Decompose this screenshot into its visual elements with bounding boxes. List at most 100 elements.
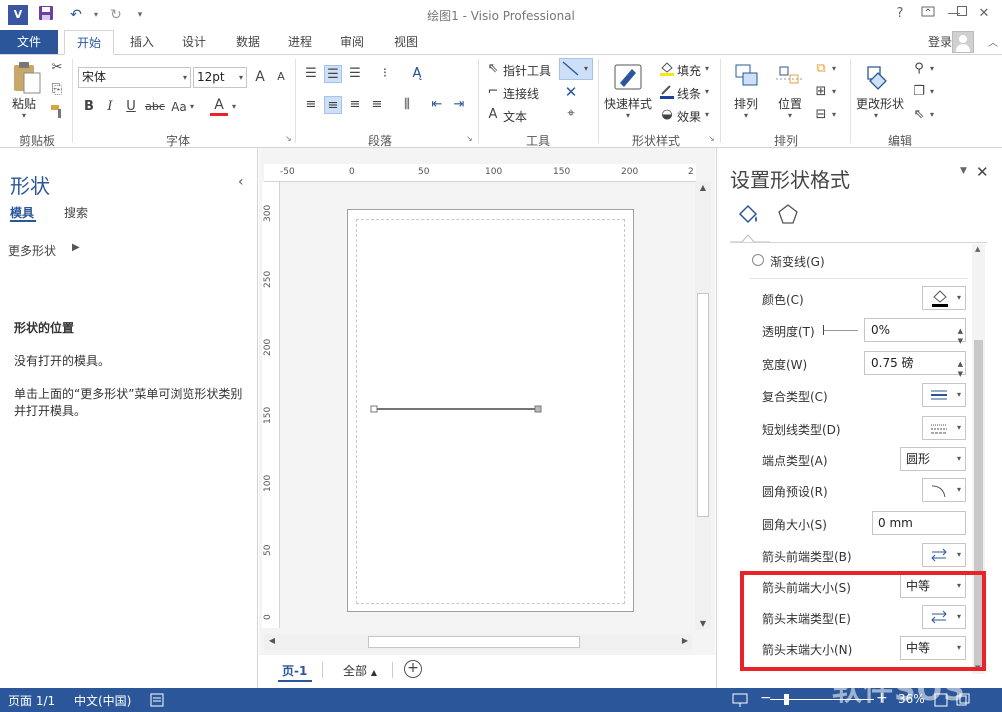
text-tool-icon[interactable]: A xyxy=(484,106,502,124)
underline-button[interactable]: U xyxy=(122,98,140,116)
tab-design[interactable]: 设计 xyxy=(174,30,214,54)
round-preset-picker[interactable]: ▾ xyxy=(922,478,966,502)
width-spinner[interactable]: 0.75 磅 ▲ ▼ xyxy=(864,351,966,378)
page-tab-1[interactable]: 页-1 xyxy=(282,662,307,679)
pointer-tool-label[interactable]: 指针工具 xyxy=(503,62,551,79)
connector-icon[interactable]: ⌐ xyxy=(484,83,502,101)
align-shapes-icon[interactable]: ⊞ xyxy=(812,83,830,101)
align-bottom-icon[interactable]: ☰ xyxy=(346,65,364,83)
strikethrough-button[interactable]: abc xyxy=(144,98,166,116)
connection-point-icon[interactable]: ⌖ xyxy=(562,105,580,123)
add-page-button[interactable]: + xyxy=(404,660,422,678)
connector-label[interactable]: 连接线 xyxy=(503,85,539,102)
transparency-spinner[interactable]: 0% ▲ ▼ xyxy=(864,318,966,345)
change-case-dropdown-icon[interactable]: ▾ xyxy=(190,102,194,111)
position-icon[interactable] xyxy=(774,61,804,93)
bold-button[interactable]: B xyxy=(80,98,98,116)
select-icon[interactable]: ⇖ xyxy=(910,106,928,124)
find-dropdown-icon[interactable]: ▾ xyxy=(930,64,934,73)
quick-styles-icon[interactable] xyxy=(612,61,646,93)
zoom-out-button[interactable]: − xyxy=(760,690,772,706)
text-direction-icon[interactable]: Ą xyxy=(408,65,426,83)
dash-type-picker[interactable]: ▾ xyxy=(922,416,966,440)
avatar[interactable] xyxy=(952,31,974,53)
increase-indent-icon[interactable]: ⇥ xyxy=(450,96,468,114)
fill-label[interactable]: 填充 xyxy=(677,62,701,79)
paste-button-label[interactable]: 粘贴 xyxy=(12,95,36,112)
italic-button[interactable]: I xyxy=(101,98,119,116)
change-case-button[interactable]: Aa xyxy=(168,98,190,116)
scroll-down-icon[interactable]: ▼ xyxy=(697,619,709,628)
justify-icon[interactable]: ≡ xyxy=(368,96,386,114)
paragraph-dialog-launcher-icon[interactable]: ↘ xyxy=(466,134,473,143)
collapse-panel-icon[interactable]: ‹ xyxy=(238,174,244,190)
distribute-icon[interactable]: ⊟ xyxy=(812,106,830,124)
cap-type-select[interactable]: 圆形 ▾ xyxy=(900,447,966,471)
language-status[interactable]: 中文(中国) xyxy=(74,692,131,709)
chevron-right-icon[interactable]: ▶ xyxy=(72,242,80,253)
tab-data[interactable]: 数据 xyxy=(228,30,268,54)
find-icon[interactable]: ⚲ xyxy=(910,60,928,78)
shrink-font-button[interactable]: A xyxy=(272,68,290,86)
align-center-icon[interactable]: ≡ xyxy=(324,96,342,114)
close-x-icon[interactable]: ✕ xyxy=(562,83,580,101)
fill-dropdown-icon[interactable]: ▾ xyxy=(705,64,709,73)
line-dropdown-icon[interactable]: ▾ xyxy=(705,87,709,96)
close-panel-icon[interactable]: ✕ xyxy=(976,163,989,181)
group-icon[interactable]: ⧉ xyxy=(812,60,830,78)
arrange-dropdown-icon[interactable]: ▾ xyxy=(744,111,748,120)
panel-options-icon[interactable]: ▼ xyxy=(960,166,967,176)
arrange-label[interactable]: 排列 xyxy=(734,95,758,112)
quick-styles-dropdown-icon[interactable]: ▾ xyxy=(626,111,630,120)
sign-in-link[interactable]: 登录 xyxy=(928,30,952,54)
zoom-slider-thumb[interactable] xyxy=(784,694,789,705)
font-dialog-launcher-icon[interactable]: ↘ xyxy=(285,134,292,143)
change-shape-icon[interactable] xyxy=(862,61,894,93)
tab-view[interactable]: 视图 xyxy=(386,30,426,54)
tab-insert[interactable]: 插入 xyxy=(122,30,162,54)
tab-process[interactable]: 进程 xyxy=(280,30,320,54)
change-shape-dropdown-icon[interactable]: ▾ xyxy=(874,111,878,120)
group-dropdown-icon[interactable]: ▾ xyxy=(832,64,836,73)
scroll-up-icon[interactable]: ▲ xyxy=(975,245,980,253)
tab-stencils[interactable]: 模具 xyxy=(10,204,34,221)
line-begin-handle[interactable] xyxy=(370,405,378,413)
macro-record-icon[interactable] xyxy=(150,693,164,710)
text-tool-label[interactable]: 文本 xyxy=(503,108,527,125)
bullets-icon[interactable]: ⁝ xyxy=(376,65,394,83)
line-color-picker[interactable]: ▾ xyxy=(922,286,966,310)
vertical-text-icon[interactable]: ⫼ xyxy=(398,96,416,114)
align-top-icon[interactable]: ☰ xyxy=(302,65,320,83)
position-label[interactable]: 位置 xyxy=(778,95,802,112)
font-color-dropdown-icon[interactable]: ▾ xyxy=(232,102,236,111)
tab-home[interactable]: 开始 xyxy=(64,30,114,55)
gradient-line-radio[interactable] xyxy=(752,254,764,266)
font-color-button[interactable]: A xyxy=(210,96,228,116)
presentation-mode-icon[interactable] xyxy=(732,692,748,711)
font-name-combo[interactable]: 宋体 ▾ xyxy=(78,67,191,88)
line-color-icon[interactable] xyxy=(658,83,676,101)
compound-type-picker[interactable]: ▾ xyxy=(922,383,966,407)
pointer-tool-icon[interactable]: ⇖ xyxy=(484,60,502,78)
align-right-icon[interactable]: ≡ xyxy=(346,96,364,114)
align-shapes-dropdown-icon[interactable]: ▾ xyxy=(832,87,836,96)
layers-icon[interactable]: ❐ xyxy=(910,83,928,101)
line-shape[interactable] xyxy=(368,402,544,416)
effects-label[interactable]: 效果 xyxy=(677,108,701,125)
paste-dropdown-icon[interactable]: ▾ xyxy=(22,111,26,120)
cut-icon[interactable]: ✂ xyxy=(48,59,66,77)
format-painter-icon[interactable] xyxy=(48,103,66,121)
font-size-combo[interactable]: 12pt ▾ xyxy=(193,67,247,88)
gradient-line-label[interactable]: 渐变线(G) xyxy=(770,253,825,270)
distribute-dropdown-icon[interactable]: ▾ xyxy=(832,110,836,119)
round-size-input[interactable]: 0 mm xyxy=(872,511,966,535)
decrease-indent-icon[interactable]: ⇤ xyxy=(428,96,446,114)
copy-icon[interactable]: ⎘ xyxy=(48,81,66,99)
tab-search[interactable]: 搜索 xyxy=(64,204,88,221)
layers-dropdown-icon[interactable]: ▾ xyxy=(930,87,934,96)
position-dropdown-icon[interactable]: ▾ xyxy=(788,111,792,120)
all-pages-button[interactable]: 全部 ▲ xyxy=(343,662,377,679)
scroll-right-icon[interactable]: ▶ xyxy=(679,636,691,645)
line-end-handle[interactable] xyxy=(534,405,542,413)
arrange-icon[interactable] xyxy=(732,61,762,93)
